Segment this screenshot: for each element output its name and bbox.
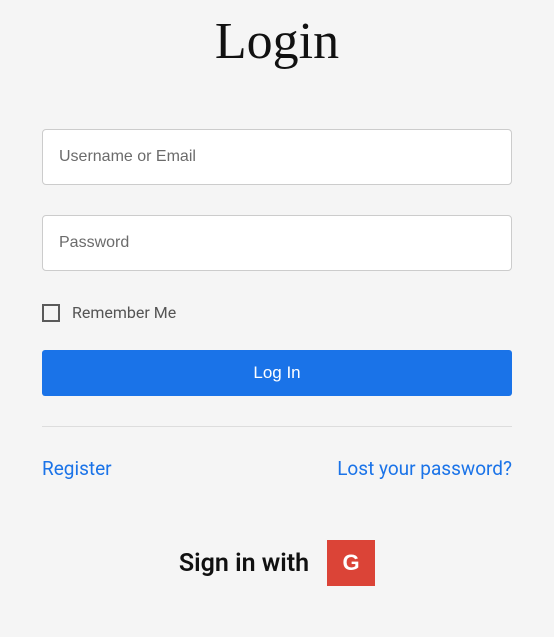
social-signin-row: Sign in with G (42, 540, 512, 586)
lost-password-link[interactable]: Lost your password? (337, 457, 512, 480)
password-input[interactable] (42, 215, 512, 271)
links-row: Register Lost your password? (42, 457, 512, 480)
remember-label: Remember Me (72, 303, 176, 322)
divider (42, 426, 512, 427)
social-signin-label: Sign in with (179, 549, 309, 578)
login-button[interactable]: Log In (42, 350, 512, 396)
remember-checkbox[interactable] (42, 304, 60, 322)
username-input[interactable] (42, 129, 512, 185)
page-title: Login (42, 12, 512, 71)
register-link[interactable]: Register (42, 457, 112, 480)
google-icon: G (343, 550, 360, 576)
remember-row: Remember Me (42, 303, 512, 322)
google-signin-button[interactable]: G (327, 540, 375, 586)
